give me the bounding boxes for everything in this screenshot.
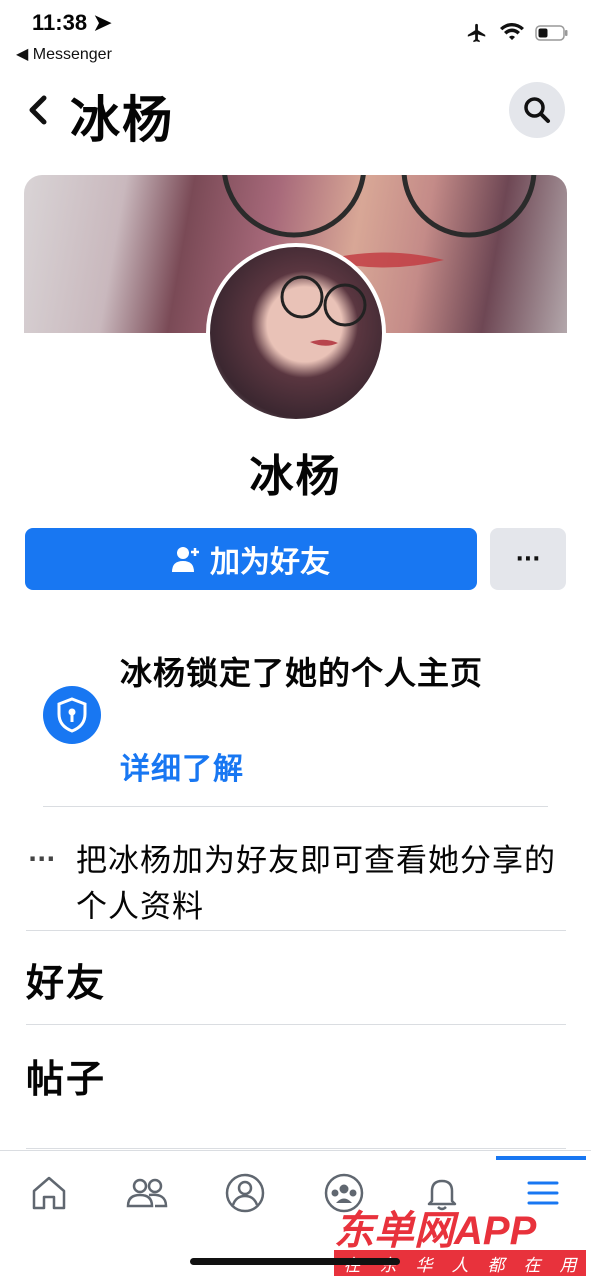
info-text: 把冰杨加为好友即可查看她分享的个人资料 xyxy=(76,843,556,925)
watermark-char: 都 xyxy=(487,1255,505,1276)
tab-home[interactable] xyxy=(26,1170,72,1216)
wifi-icon xyxy=(500,23,524,40)
page-title: 冰杨 xyxy=(70,91,174,149)
search-button[interactable] xyxy=(509,82,565,138)
profile-avatar[interactable] xyxy=(206,243,386,423)
watermark-char: 华 xyxy=(415,1255,433,1276)
shield-lock-icon xyxy=(43,686,101,744)
status-icons xyxy=(465,22,569,44)
profile-icon xyxy=(225,1173,265,1213)
watermark-char: 用 xyxy=(559,1255,577,1276)
avatar-glasses-graphic xyxy=(280,275,367,346)
airplane-icon xyxy=(467,23,486,43)
watermark-char: 人 xyxy=(451,1255,469,1276)
back-to-messenger-link[interactable]: ◀ Messenger xyxy=(16,44,112,64)
posts-section-title[interactable]: 帖子 xyxy=(26,1048,106,1103)
tab-profile[interactable] xyxy=(222,1170,268,1216)
search-icon xyxy=(524,97,550,123)
friends-icon xyxy=(126,1178,168,1208)
back-button[interactable] xyxy=(20,86,60,134)
chevron-left-icon xyxy=(29,95,47,125)
info-dots-icon: ··· xyxy=(28,845,56,873)
home-icon xyxy=(32,1176,66,1210)
tab-friends[interactable] xyxy=(124,1170,170,1216)
watermark-title: 东单网APP xyxy=(334,1209,537,1253)
learn-more-link[interactable]: 详细了解 xyxy=(120,744,244,788)
battery-icon xyxy=(535,25,568,41)
active-tab-indicator xyxy=(496,1156,586,1160)
friends-section-title[interactable]: 好友 xyxy=(26,952,106,1007)
status-time: 11:38 ➤ xyxy=(32,10,112,35)
more-options-button[interactable]: ··· xyxy=(490,528,566,590)
add-friend-label: 加为好友 xyxy=(210,545,330,580)
profile-name: 冰杨 xyxy=(249,451,342,502)
location-arrow-icon: ➤ xyxy=(93,10,112,35)
watermark-char: 在 xyxy=(523,1255,541,1276)
divider xyxy=(26,1024,566,1025)
add-person-icon xyxy=(172,547,199,572)
lock-notice-title: 冰杨锁定了她的个人主页 xyxy=(120,654,484,692)
more-dots-icon: ··· xyxy=(515,546,541,572)
divider xyxy=(43,806,548,807)
home-indicator[interactable] xyxy=(190,1258,400,1265)
divider xyxy=(26,930,566,931)
divider xyxy=(26,1148,566,1149)
add-friend-button[interactable]: 加为好友 xyxy=(25,528,477,590)
